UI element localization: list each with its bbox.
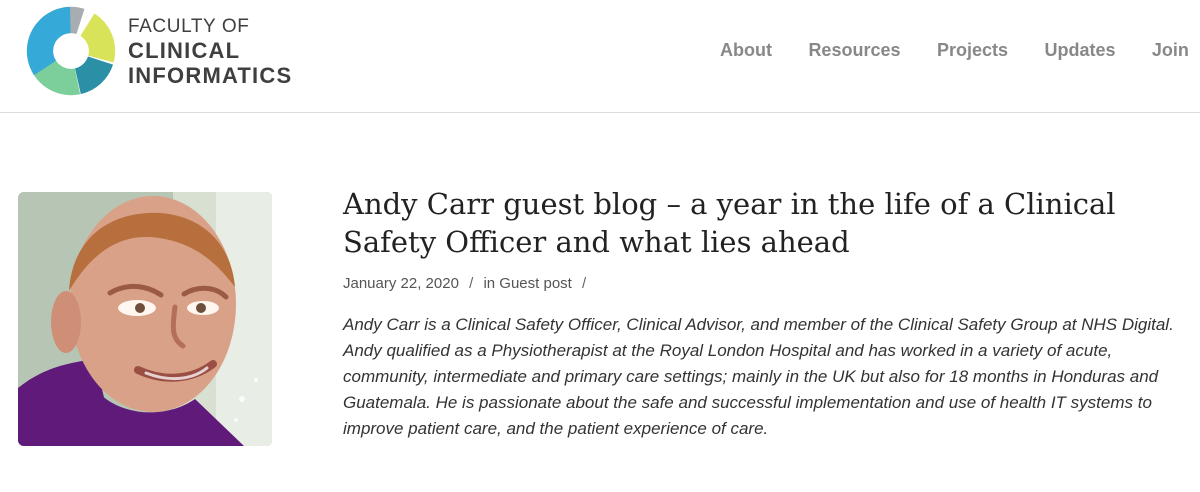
meta-separator-1: / (469, 275, 474, 292)
logo-line-faculty: FACULTY OF (128, 16, 250, 37)
meta-separator-2: / (582, 275, 587, 292)
post-category-link[interactable]: Guest post (499, 275, 572, 292)
post-excerpt: Andy Carr is a Clinical Safety Officer, … (343, 312, 1183, 442)
post-meta: January 22, 2020 / in Guest post / (343, 275, 592, 292)
nav-link-join[interactable]: Join (1152, 38, 1189, 62)
category-prefix: in (483, 275, 496, 292)
logo-line-clinical: CLINICAL (128, 38, 241, 63)
logo-wordmark: FACULTY OF CLINICAL INFORMATICS (128, 17, 292, 90)
nav-link-updates[interactable]: Updates (1044, 38, 1115, 62)
site-header: FACULTY OF CLINICAL INFORMATICS About Re… (0, 0, 1200, 113)
page: FACULTY OF CLINICAL INFORMATICS About Re… (0, 0, 1200, 492)
nav-link-resources[interactable]: Resources (808, 38, 900, 62)
author-portrait-image[interactable] (18, 192, 272, 446)
main-navigation: About Resources Projects Updates Join (720, 38, 1200, 62)
site-logo-link[interactable]: FACULTY OF CLINICAL INFORMATICS (24, 4, 324, 98)
excerpt-paragraph-2: Andy qualified as a Physiotherapist at t… (343, 341, 1159, 438)
post-date: January 22, 2020 (343, 275, 459, 292)
post-title[interactable]: Andy Carr guest blog – a year in the lif… (343, 185, 1173, 261)
excerpt-paragraph-1: Andy Carr is a Clinical Safety Officer, … (343, 315, 1174, 334)
nav-link-projects[interactable]: Projects (937, 38, 1008, 62)
segmented-ring-logo-icon (26, 6, 116, 96)
logo-line-informatics: INFORMATICS (128, 63, 293, 88)
nav-link-about[interactable]: About (720, 38, 772, 62)
